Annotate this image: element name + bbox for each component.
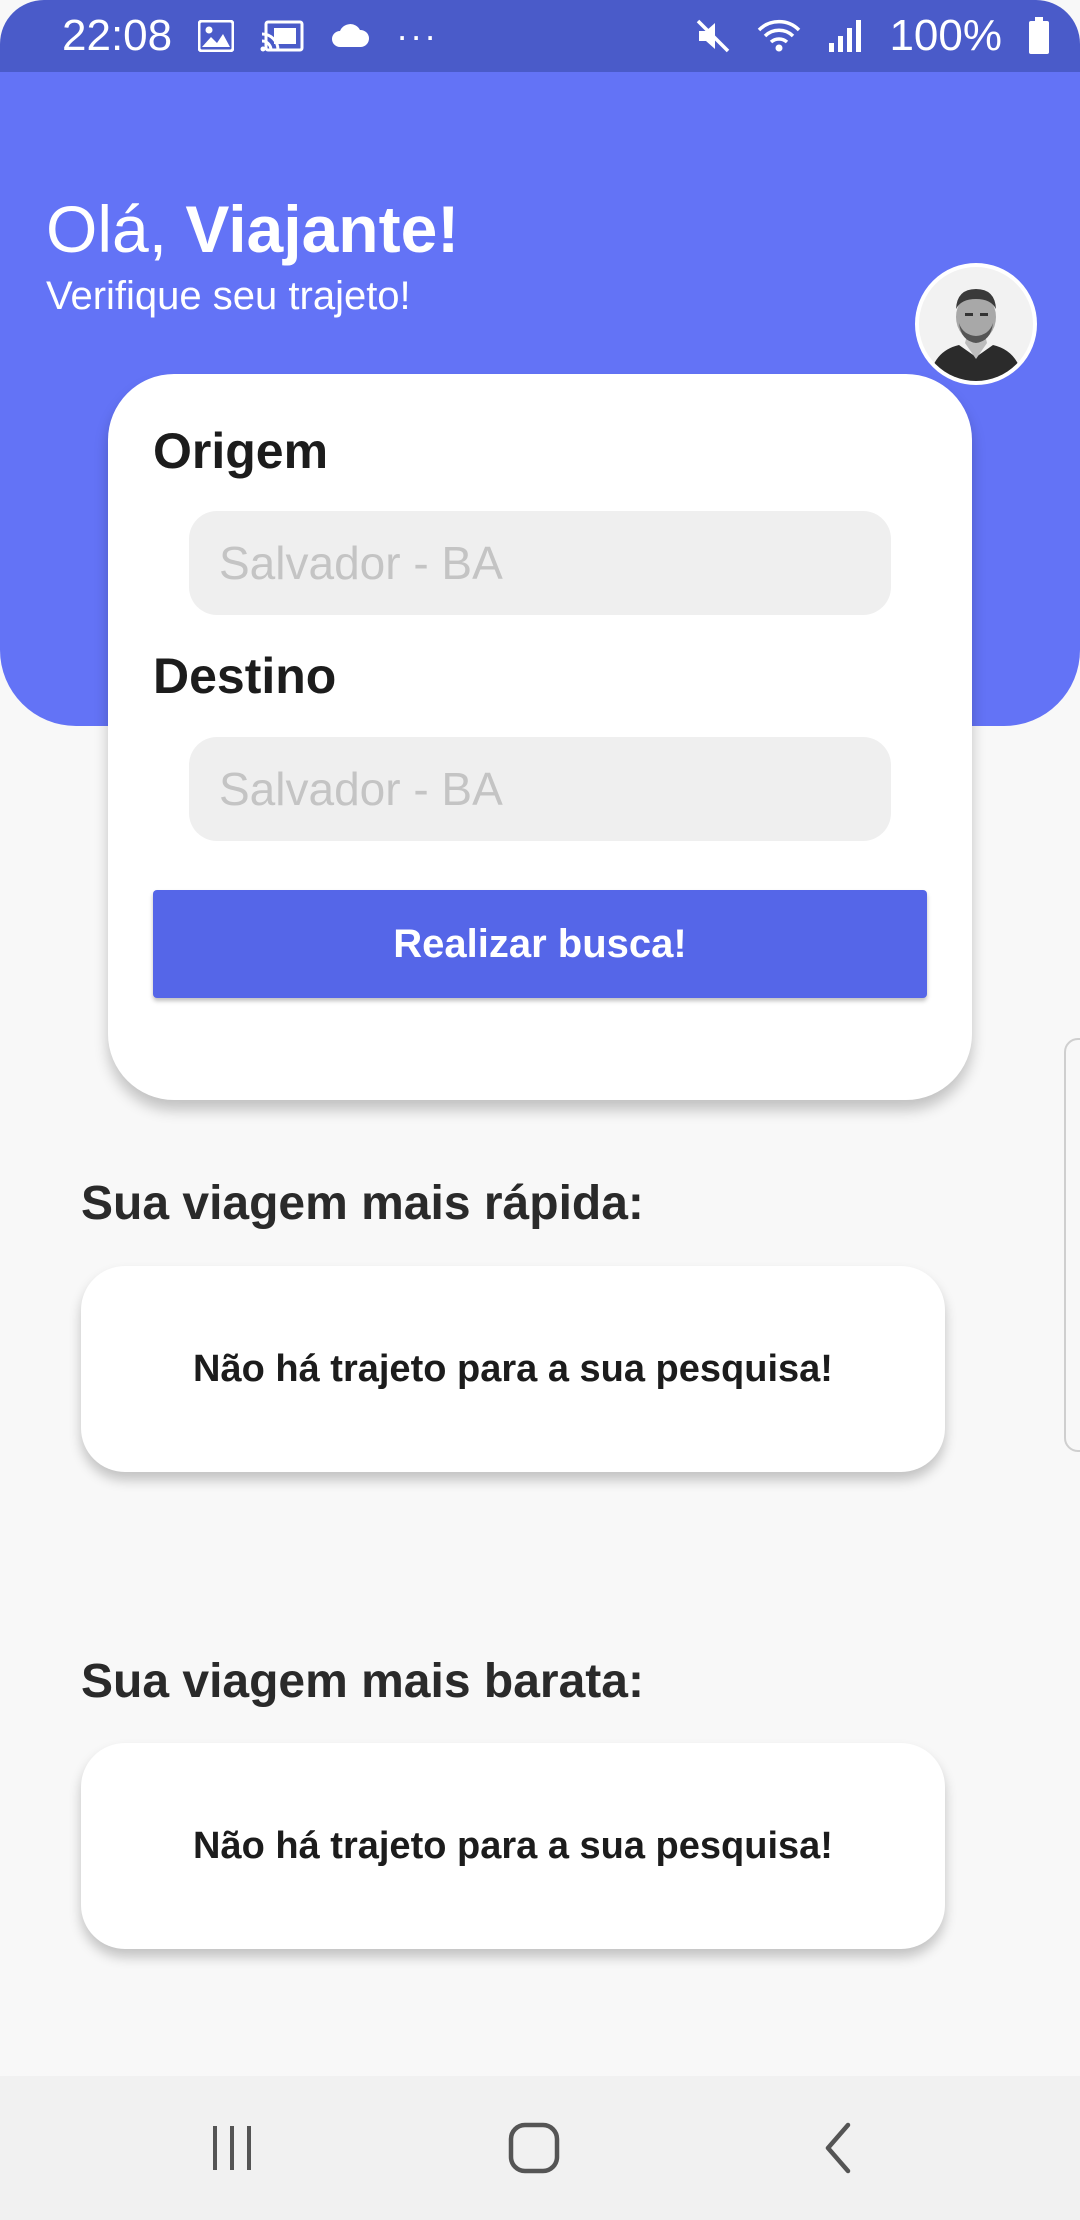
- more-notifications: ···: [396, 15, 439, 56]
- destination-placeholder: Salvador - BA: [219, 763, 503, 815]
- destination-input[interactable]: Salvador - BA: [189, 737, 891, 841]
- back-icon: [825, 2122, 851, 2174]
- greeting-prefix: Olá,: [46, 192, 186, 266]
- greeting-name: Viajante!: [185, 192, 460, 266]
- greeting: Olá, Viajante!: [46, 190, 459, 268]
- cloud-icon: [330, 23, 370, 49]
- destination-label: Destino: [153, 648, 337, 704]
- cast-icon: [260, 20, 304, 52]
- search-button[interactable]: Realizar busca!: [153, 890, 927, 998]
- mute-icon: [695, 18, 731, 54]
- fastest-trip-card: Não há trajeto para a sua pesquisa!: [81, 1266, 945, 1472]
- cheapest-trip-title: Sua viagem mais barata:: [81, 1655, 644, 1708]
- avatar[interactable]: [915, 263, 1037, 385]
- signal-icon: [827, 19, 863, 53]
- cheapest-trip-card: Não há trajeto para a sua pesquisa!: [81, 1743, 945, 1949]
- origin-input[interactable]: Salvador - BA: [189, 511, 891, 615]
- status-bar: 22:08 ··· 100%: [0, 0, 1080, 72]
- image-icon: [198, 20, 235, 52]
- header-subtitle: Verifique seu trajeto!: [46, 274, 411, 318]
- home-icon: [508, 2122, 560, 2174]
- user-photo-icon: [919, 267, 1033, 381]
- scroll-edge-handle[interactable]: [1064, 1038, 1080, 1452]
- system-nav-bar: [0, 2076, 1080, 2220]
- back-button[interactable]: [802, 2112, 874, 2184]
- fastest-trip-title: Sua viagem mais rápida:: [81, 1177, 644, 1230]
- cheapest-trip-message: Não há trajeto para a sua pesquisa!: [193, 1824, 833, 1867]
- search-card: Origem Salvador - BA Destino Salvador - …: [108, 374, 972, 1100]
- recent-apps-icon: [213, 2126, 251, 2170]
- battery-icon: [1028, 17, 1050, 55]
- status-time: 22:08: [62, 11, 173, 60]
- battery-percent: 100%: [889, 11, 1002, 60]
- home-button[interactable]: [498, 2112, 570, 2184]
- origin-placeholder: Salvador - BA: [219, 537, 503, 589]
- recent-apps-button[interactable]: [196, 2112, 268, 2184]
- origin-label: Origem: [153, 423, 329, 479]
- fastest-trip-message: Não há trajeto para a sua pesquisa!: [193, 1347, 833, 1390]
- wifi-icon: [757, 18, 801, 54]
